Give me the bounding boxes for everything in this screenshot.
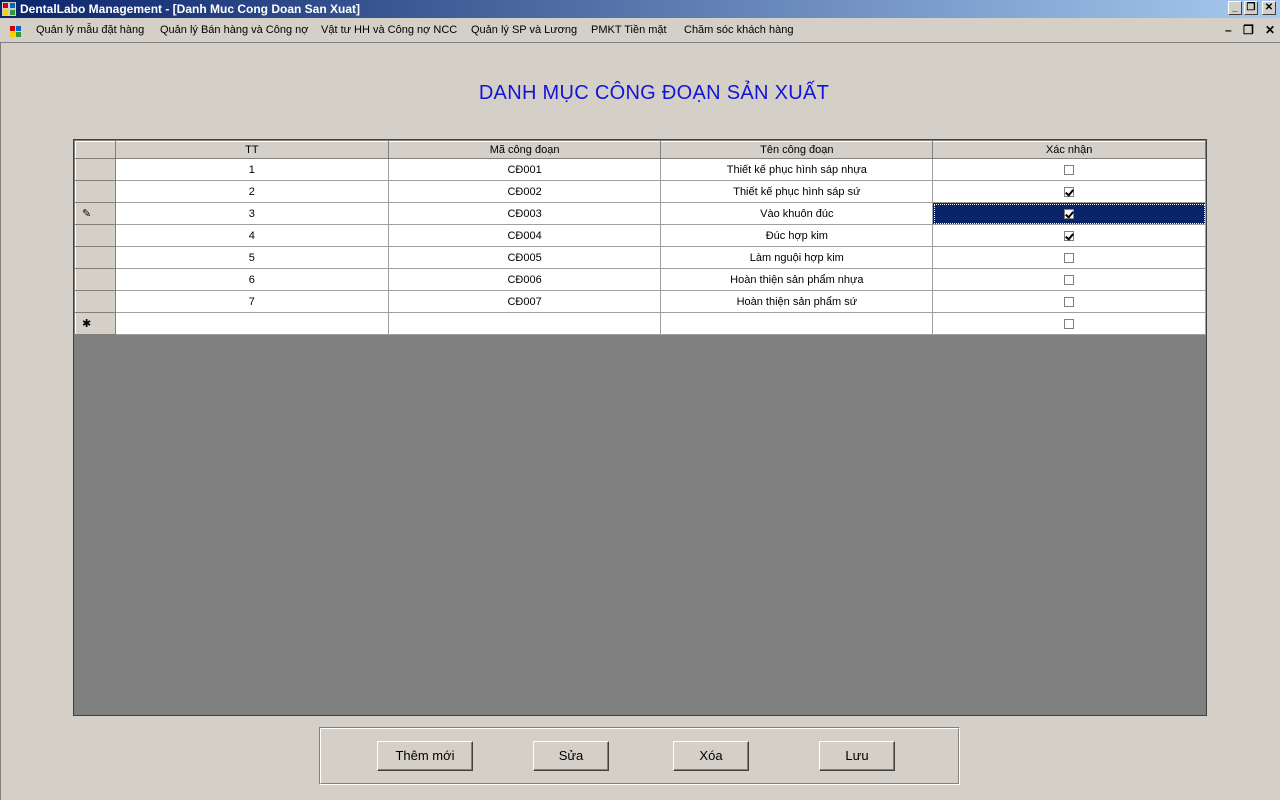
row-header[interactable] [75, 268, 116, 291]
menu-pmkt-tien-mat[interactable]: PMKT Tiền mặt [591, 24, 667, 36]
cell-xac-nhan[interactable] [932, 246, 1206, 269]
cell-xac-nhan[interactable] [932, 224, 1206, 247]
cell-ten-cong-doan[interactable]: Đúc hợp kim [660, 224, 934, 247]
cell-ma-cong-doan[interactable]: CĐ003 [387, 202, 662, 225]
data-grid[interactable]: TT Mã công đoạn Tên công đoạn Xác nhận 1… [73, 139, 1207, 716]
checkbox-unchecked[interactable] [1064, 274, 1075, 285]
cell-ten-cong-doan[interactable] [660, 312, 934, 335]
save-button[interactable]: Lưu [819, 741, 895, 771]
cell-ma-cong-doan[interactable]: CĐ001 [387, 158, 662, 181]
grid-corner[interactable] [75, 141, 116, 159]
table-row[interactable]: ✎ 3 CĐ003 Vào khuôn đúc [75, 202, 1206, 225]
cell-tt[interactable]: 1 [114, 158, 389, 181]
page-title: DANH MỤC CÔNG ĐOẠN SẢN XUẤT [478, 82, 830, 104]
cell-ten-cong-doan[interactable]: Thiết kế phục hình sáp sứ [660, 180, 934, 203]
row-header[interactable] [75, 290, 116, 313]
column-header-xac-nhan[interactable]: Xác nhận [932, 141, 1206, 159]
row-header[interactable]: ✱ [75, 312, 116, 335]
table-row[interactable]: 6 CĐ006 Hoàn thiện sản phẩm nhựa [75, 268, 1206, 291]
cell-xac-nhan[interactable] [932, 290, 1206, 313]
cell-ten-cong-doan[interactable]: Thiết kế phục hình sáp nhựa [660, 158, 934, 181]
column-header-tt[interactable]: TT [114, 141, 389, 159]
grid-table: TT Mã công đoạn Tên công đoạn Xác nhận 1… [75, 141, 1206, 335]
cell-tt[interactable]: 7 [114, 290, 389, 313]
cell-ma-cong-doan[interactable] [387, 312, 662, 335]
menu-quan-ly-mau-dat-hang[interactable]: Quản lý mẫu đặt hàng [36, 24, 144, 36]
menu-cham-soc-khach-hang[interactable]: Chăm sóc khách hàng [684, 24, 793, 36]
minimize-button[interactable]: _ [1228, 1, 1242, 15]
menu-quan-ly-ban-hang[interactable]: Quản lý Bán hàng và Công nợ [160, 24, 308, 36]
row-header[interactable] [75, 180, 116, 203]
delete-button[interactable]: Xóa [673, 741, 749, 771]
table-row[interactable]: 7 CĐ007 Hoàn thiện sản phẩm sứ [75, 290, 1206, 313]
cell-xac-nhan[interactable] [932, 268, 1206, 291]
checkbox-checked[interactable] [1064, 208, 1075, 219]
pencil-icon: ✎ [82, 208, 92, 220]
cell-ten-cong-doan[interactable]: Hoàn thiện sản phẩm nhựa [660, 268, 934, 291]
menu-vat-tu-hh[interactable]: Vật tư HH và Công nợ NCC [321, 24, 457, 36]
cell-ten-cong-doan[interactable]: Vào khuôn đúc [660, 202, 934, 225]
menu-bar: Quản lý mẫu đặt hàng Quản lý Bán hàng và… [0, 20, 1280, 43]
cell-xac-nhan[interactable] [932, 202, 1206, 225]
column-header-ma-cong-doan[interactable]: Mã công đoạn [387, 141, 662, 159]
window-title: DentalLabo Management - [Danh Muc Cong D… [20, 2, 361, 16]
column-header-ten-cong-doan[interactable]: Tên công đoạn [660, 141, 934, 159]
checkbox-unchecked[interactable] [1064, 318, 1075, 329]
app-icon[interactable] [2, 2, 16, 16]
title-bar: DentalLabo Management - [Danh Muc Cong D… [0, 0, 1280, 18]
cell-ten-cong-doan[interactable]: Làm nguội hợp kim [660, 246, 934, 269]
table-row[interactable]: 2 CĐ002 Thiết kế phục hình sáp sứ [75, 180, 1206, 203]
cell-tt[interactable]: 5 [114, 246, 389, 269]
checkbox-unchecked[interactable] [1064, 296, 1075, 307]
restore-button[interactable]: ❐ [1244, 1, 1258, 15]
button-panel: Thêm mới Sửa Xóa Lưu [319, 727, 960, 785]
cell-ma-cong-doan[interactable]: CĐ005 [387, 246, 662, 269]
cell-xac-nhan[interactable] [932, 312, 1206, 335]
new-row-asterisk-icon: ✱ [82, 318, 92, 330]
cell-tt[interactable]: 3 [114, 202, 389, 225]
cell-ma-cong-doan[interactable]: CĐ007 [387, 290, 662, 313]
row-header[interactable]: ✎ [75, 202, 116, 225]
cell-ma-cong-doan[interactable]: CĐ004 [387, 224, 662, 247]
add-button[interactable]: Thêm mới [377, 741, 473, 771]
mdi-restore-button[interactable]: ❐ [1243, 23, 1254, 37]
new-row[interactable]: ✱ [75, 312, 1206, 335]
table-row[interactable]: 4 CĐ004 Đúc hợp kim [75, 224, 1206, 247]
close-button[interactable]: ✕ [1262, 1, 1276, 15]
edit-button[interactable]: Sửa [533, 741, 609, 771]
checkbox-checked[interactable] [1064, 230, 1075, 241]
mdi-child-icon[interactable] [9, 24, 23, 38]
row-header[interactable] [75, 224, 116, 247]
mdi-close-button[interactable]: ✕ [1265, 23, 1275, 37]
checkbox-unchecked[interactable] [1064, 252, 1075, 263]
row-header[interactable] [75, 246, 116, 269]
cell-tt[interactable]: 6 [114, 268, 389, 291]
cell-tt[interactable]: 2 [114, 180, 389, 203]
cell-ma-cong-doan[interactable]: CĐ006 [387, 268, 662, 291]
table-row[interactable]: 5 CĐ005 Làm nguội hợp kim [75, 246, 1206, 269]
cell-tt[interactable] [114, 312, 389, 335]
checkbox-checked[interactable] [1064, 186, 1075, 197]
menu-quan-ly-sp-luong[interactable]: Quản lý SP và Lương [471, 24, 577, 36]
cell-ten-cong-doan[interactable]: Hoàn thiện sản phẩm sứ [660, 290, 934, 313]
table-row[interactable]: 1 CĐ001 Thiết kế phục hình sáp nhựa [75, 158, 1206, 181]
cell-ma-cong-doan[interactable]: CĐ002 [387, 180, 662, 203]
checkbox-unchecked[interactable] [1064, 164, 1075, 175]
mdi-minimize-button[interactable]: – [1225, 23, 1232, 37]
cell-xac-nhan[interactable] [932, 180, 1206, 203]
cell-xac-nhan[interactable] [932, 158, 1206, 181]
cell-tt[interactable]: 4 [114, 224, 389, 247]
row-header[interactable] [75, 158, 116, 181]
